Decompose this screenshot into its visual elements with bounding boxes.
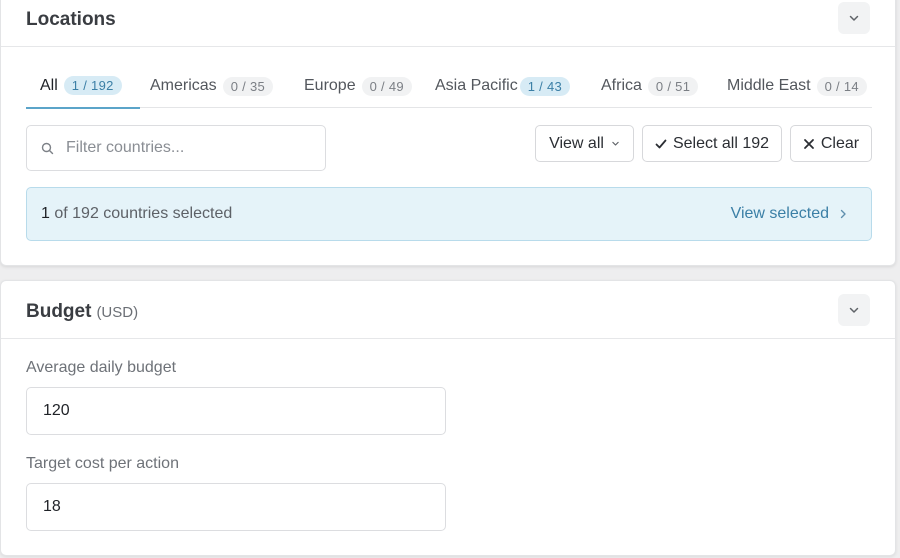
budget-card: Budget(USD) Average daily budget Target … xyxy=(0,280,896,556)
view-all-label: View all xyxy=(549,134,604,152)
budget-title-text: Budget xyxy=(26,301,92,322)
view-all-dropdown[interactable]: View all xyxy=(535,125,634,162)
chevron-right-icon xyxy=(840,209,846,219)
target-cpa-field xyxy=(26,483,446,531)
select-all-label: Select all 192 xyxy=(672,134,770,152)
target-cpa-input[interactable] xyxy=(43,498,423,516)
filter-countries-input[interactable] xyxy=(66,139,306,157)
tab-count-badge: 0 / 49 xyxy=(361,76,412,96)
tab-count-badge: 1 / 192 xyxy=(63,76,122,95)
tab-africa[interactable]: Africa 0 / 51 xyxy=(601,64,699,108)
tab-label: Europe xyxy=(304,77,356,94)
tab-count-badge: 0 / 35 xyxy=(222,76,274,96)
view-selected-label: View selected xyxy=(730,205,829,222)
tab-all[interactable]: All 1 / 192 xyxy=(26,64,140,109)
tab-asia-pacific[interactable]: Asia Pacific 1 / 43 xyxy=(435,64,571,108)
tab-europe[interactable]: Europe 0 / 49 xyxy=(304,64,412,108)
tab-count-badge: 1 / 43 xyxy=(519,76,571,96)
daily-budget-field xyxy=(26,387,446,435)
clear-button[interactable]: Clear xyxy=(790,125,872,162)
check-icon xyxy=(655,139,667,148)
locations-title: Locations xyxy=(26,9,116,30)
tab-americas[interactable]: Americas 0 / 35 xyxy=(150,64,274,108)
daily-budget-label: Average daily budget xyxy=(26,359,177,376)
selected-summary-text: of 192 countries selected xyxy=(49,205,233,222)
select-all-button[interactable]: Select all 192 xyxy=(642,125,782,162)
tab-count-badge: 0 / 51 xyxy=(647,76,699,96)
tab-label: Middle East xyxy=(727,77,811,94)
budget-title: Budget (USD) xyxy=(26,301,138,323)
x-icon xyxy=(803,138,814,149)
tab-label: Asia Pacific xyxy=(435,77,518,94)
locations-collapse-button[interactable] xyxy=(838,2,870,34)
daily-budget-input[interactable] xyxy=(43,402,423,420)
tab-label: All xyxy=(40,76,58,94)
target-cpa-label: Target cost per action xyxy=(26,455,179,472)
region-tabs: All 1 / 192 Americas 0 / 35 Europe 0 / 4… xyxy=(26,64,872,109)
selected-count: 1 xyxy=(41,205,50,222)
chevron-down-icon xyxy=(849,15,859,21)
selection-summary: 1 of 192 countries selected View selecte… xyxy=(26,187,872,241)
chevron-down-icon xyxy=(849,307,859,313)
budget-collapse-button[interactable] xyxy=(838,294,870,326)
locations-header: Locations xyxy=(1,0,895,47)
locations-card: Locations All 1 / 192 Americas 0 / 35 Eu… xyxy=(0,0,896,266)
budget-unit: (USD) xyxy=(96,304,139,321)
clear-label: Clear xyxy=(820,134,860,152)
tab-count-badge: 0 / 14 xyxy=(816,76,867,96)
budget-header: Budget (USD) xyxy=(1,281,895,339)
view-selected-link[interactable]: View selected xyxy=(731,205,847,223)
tab-label: Americas xyxy=(150,77,217,94)
tab-middle-east[interactable]: Middle East 0 / 14 xyxy=(727,64,867,108)
tab-label: Africa xyxy=(601,77,642,94)
filter-countries-field xyxy=(26,125,326,171)
chevron-down-icon xyxy=(612,141,619,146)
search-icon xyxy=(41,142,54,154)
